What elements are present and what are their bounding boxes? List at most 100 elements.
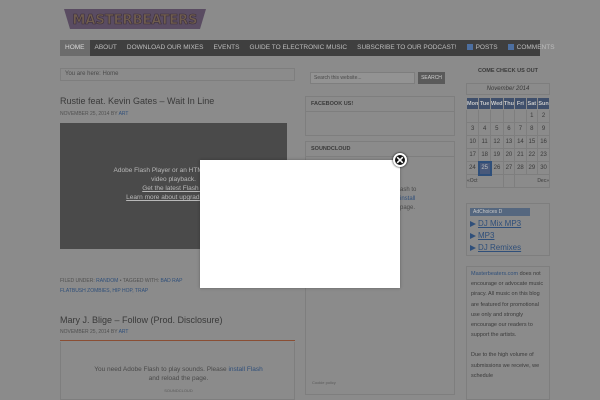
calendar-empty-day <box>478 109 491 123</box>
calendar-week-row: 10 11 12 13 14 15 16 <box>465 135 550 149</box>
calendar-empty-day <box>502 109 516 123</box>
calendar-day[interactable]: 23 <box>537 148 550 162</box>
weekday-header: Thu <box>502 97 516 110</box>
calendar-day[interactable]: 17 <box>465 148 480 162</box>
calendar-day[interactable]: 21 <box>514 148 527 162</box>
calendar-day[interactable]: 8 <box>525 122 539 136</box>
calendar-day[interactable]: 5 <box>490 122 504 136</box>
download-link-label: DJ Mix MP3 <box>478 219 522 228</box>
calendar-day[interactable]: 3 <box>465 122 480 136</box>
disclaimer-text: Masterbeaters.com does not encourage or … <box>471 269 549 391</box>
install-flash-link[interactable]: install Flash <box>228 366 262 373</box>
calendar-day[interactable]: 20 <box>502 148 516 162</box>
page: MASTERBEATERS HOME ABOUT DOWNLOAD OUR MI… <box>0 0 600 400</box>
download-link[interactable]: DJ Remixes <box>470 243 521 252</box>
calendar-day[interactable]: 1 <box>525 109 539 123</box>
modal-close-button[interactable] <box>393 153 407 167</box>
calendar-day[interactable]: 26 <box>490 161 504 175</box>
calendar-day[interactable]: 7 <box>514 122 527 136</box>
site-logo[interactable]: MASTERBEATERS <box>60 5 210 33</box>
weekday-header: Fri <box>514 97 527 110</box>
filed-under-label: FILED UNDER: <box>60 278 95 284</box>
nav-item-download-mixes[interactable]: DOWNLOAD OUR MIXES <box>122 40 209 56</box>
rss-icon <box>507 44 514 51</box>
download-link[interactable]: MP3 <box>470 231 494 240</box>
calendar-day[interactable]: 9 <box>537 122 550 136</box>
calendar-day[interactable]: 15 <box>525 135 539 149</box>
nav-item-home[interactable]: HOME <box>60 40 90 56</box>
calendar-day[interactable]: 27 <box>502 161 516 175</box>
close-icon <box>396 156 404 164</box>
calendar-day[interactable]: 30 <box>537 161 550 175</box>
post-meta: NOVEMBER 25, 2014 BY ART <box>60 111 128 117</box>
cookie-policy-link[interactable]: Cookie policy <box>312 380 336 385</box>
nav-item-events[interactable]: EVENTS <box>208 40 244 56</box>
calendar-day[interactable]: 25 <box>477 160 492 176</box>
sc-side-install-link[interactable]: install <box>400 195 416 204</box>
calendar-week-row: 3456789 <box>465 122 550 136</box>
calendar-day[interactable]: 13 <box>502 135 516 149</box>
tag-link[interactable]: FLATBUSH ZOMBIES, HIP HOP, TRAP <box>60 288 148 294</box>
nav-item-subscribe[interactable]: SUBSCRIBE TO OUR PODCAST! <box>352 40 461 56</box>
calendar-day[interactable]: 16 <box>537 135 550 149</box>
post-author-link[interactable]: ART <box>119 329 129 335</box>
tag-link[interactable]: BAD RAP <box>160 278 182 284</box>
modal-dialog <box>200 160 400 288</box>
calendar-day[interactable]: 22 <box>525 148 539 162</box>
calendar-day[interactable]: 10 <box>465 135 480 149</box>
calendar-day[interactable]: 19 <box>490 148 504 162</box>
search-input[interactable]: Search this website... <box>310 72 415 84</box>
soundcloud-logo: SOUNDCLOUD <box>164 388 193 393</box>
calendar-spacer <box>502 174 516 188</box>
disclaimer-paragraph: does not encourage or advocate music pir… <box>471 271 544 339</box>
post-title[interactable]: Mary J. Blige – Follow (Prod. Disclosure… <box>60 315 223 325</box>
calendar-week-row: 12 <box>465 109 550 123</box>
breadcrumb: You are here: Home <box>60 68 295 81</box>
calendar-next-link[interactable]: Dec» <box>514 174 550 188</box>
weekday-header: Mon <box>465 97 480 110</box>
post-date: NOVEMBER 25, 2014 BY <box>60 111 118 117</box>
soundcloud-embed: You need Adobe Flash to play sounds. Ple… <box>60 342 295 400</box>
calendar-day[interactable]: 12 <box>490 135 504 149</box>
weekday-header: Tue <box>478 97 491 110</box>
nav-item-guide[interactable]: GUIDE TO ELECTRONIC MUSIC <box>244 40 352 56</box>
facebook-widget: FACEBOOK US! <box>305 96 455 136</box>
calendar-heading: COME CHECK US OUT <box>478 68 538 74</box>
calendar-empty-day <box>465 109 480 123</box>
tagged-with-label: • TAGGED WITH: <box>119 278 160 284</box>
calendar-day[interactable]: 14 <box>514 135 527 149</box>
disclaimer-paragraph: Due to the high volume of submissions we… <box>471 352 540 379</box>
calendar-day[interactable]: 6 <box>502 122 516 136</box>
post-title[interactable]: Rustie feat. Kevin Gates – Wait In Line <box>60 96 214 106</box>
get-flash-link[interactable]: Get the latest Flash P <box>142 185 205 192</box>
calendar-day[interactable]: 4 <box>478 122 491 136</box>
download-link-label: MP3 <box>478 231 495 240</box>
rss-icon <box>466 44 473 51</box>
soundcloud-divider <box>60 340 295 341</box>
calendar-week-row: 17 18 19 20 21 22 23 <box>465 148 550 162</box>
post-author-link[interactable]: ART <box>119 111 129 117</box>
arrow-icon <box>470 220 476 227</box>
nav-comments-feed[interactable]: COMMENTS <box>503 40 560 56</box>
calendar-day[interactable]: 18 <box>478 148 491 162</box>
sc-notice-text: You need Adobe Flash to play sounds. Ple… <box>94 366 227 373</box>
calendar-prev-link[interactable]: «Oct <box>466 174 504 188</box>
nav-item-about[interactable]: ABOUT <box>90 40 122 56</box>
calendar-day[interactable]: 2 <box>537 109 550 123</box>
arrow-icon <box>470 244 476 251</box>
site-link[interactable]: Masterbeaters.com <box>471 271 518 277</box>
calendar-day[interactable]: 11 <box>478 135 491 149</box>
nav-posts-feed[interactable]: POSTS <box>462 40 503 56</box>
posts-feed-label: POSTS <box>475 44 498 51</box>
calendar-day[interactable]: 24 <box>465 161 480 175</box>
arrow-icon <box>470 232 476 239</box>
logo-image: MASTERBEATERS <box>64 9 206 29</box>
adchoices-label[interactable]: AdChoices D <box>470 208 530 216</box>
search-button[interactable]: SEARCH <box>418 72 445 84</box>
sc-side-text: page. <box>400 205 416 211</box>
category-link[interactable]: RANDOM <box>96 278 118 284</box>
calendar-day[interactable]: 29 <box>525 161 539 175</box>
main-nav: HOME ABOUT DOWNLOAD OUR MIXES EVENTS GUI… <box>60 40 555 56</box>
calendar-day[interactable]: 28 <box>514 161 527 175</box>
download-link[interactable]: DJ Mix MP3 <box>470 219 521 228</box>
